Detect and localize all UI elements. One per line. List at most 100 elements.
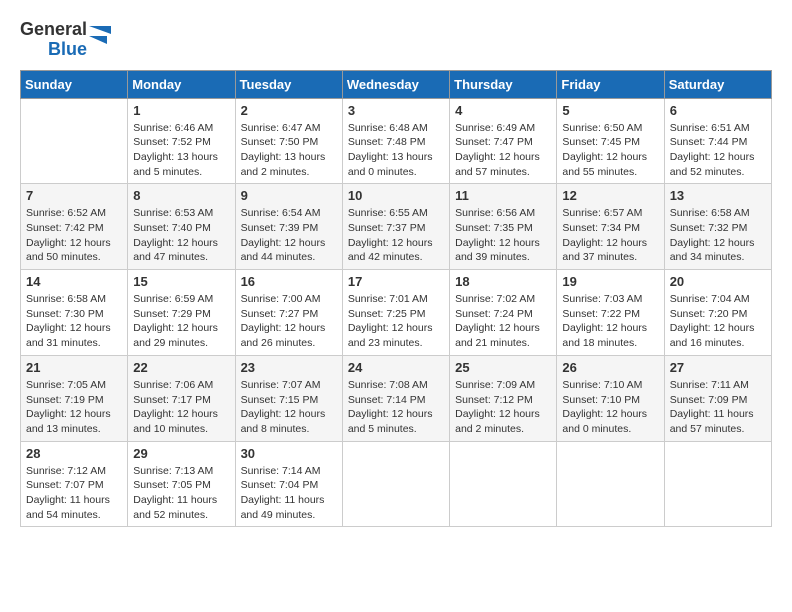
day-info: Sunrise: 7:13 AM Sunset: 7:05 PM Dayligh… — [133, 464, 229, 523]
day-number: 16 — [241, 274, 337, 289]
logo: General Blue — [20, 20, 111, 60]
day-number: 2 — [241, 103, 337, 118]
day-header-monday: Monday — [128, 70, 235, 98]
calendar-cell — [21, 98, 128, 184]
day-number: 1 — [133, 103, 229, 118]
day-number: 8 — [133, 188, 229, 203]
calendar-cell: 17 Sunrise: 7:01 AM Sunset: 7:25 PM Dayli… — [342, 270, 449, 356]
day-info: Sunrise: 7:12 AM Sunset: 7:07 PM Dayligh… — [26, 464, 122, 523]
day-number: 10 — [348, 188, 444, 203]
calendar-cell: 19 Sunrise: 7:03 AM Sunset: 7:22 PM Dayli… — [557, 270, 664, 356]
day-number: 15 — [133, 274, 229, 289]
day-number: 28 — [26, 446, 122, 461]
day-info: Sunrise: 6:57 AM Sunset: 7:34 PM Dayligh… — [562, 206, 658, 265]
calendar-cell: 28 Sunrise: 7:12 AM Sunset: 7:07 PM Dayli… — [21, 441, 128, 527]
day-info: Sunrise: 7:11 AM Sunset: 7:09 PM Dayligh… — [670, 378, 766, 437]
day-number: 17 — [348, 274, 444, 289]
day-info: Sunrise: 6:58 AM Sunset: 7:30 PM Dayligh… — [26, 292, 122, 351]
calendar-cell: 29Sunrise: 7:13 AM Sunset: 7:05 PM Dayli… — [128, 441, 235, 527]
day-info: Sunrise: 6:51 AM Sunset: 7:44 PM Dayligh… — [670, 121, 766, 180]
calendar-week-row: 21Sunrise: 7:05 AM Sunset: 7:19 PM Dayli… — [21, 355, 772, 441]
day-header-friday: Friday — [557, 70, 664, 98]
day-number: 30 — [241, 446, 337, 461]
day-info: Sunrise: 7:01 AM Sunset: 7:25 PM Dayligh… — [348, 292, 444, 351]
day-info: Sunrise: 7:14 AM Sunset: 7:04 PM Dayligh… — [241, 464, 337, 523]
calendar-cell: 23 Sunrise: 7:07 AM Sunset: 7:15 PM Dayli… — [235, 355, 342, 441]
calendar-cell: 5 Sunrise: 6:50 AM Sunset: 7:45 PM Daylig… — [557, 98, 664, 184]
day-info: Sunrise: 6:59 AM Sunset: 7:29 PM Dayligh… — [133, 292, 229, 351]
day-number: 14 — [26, 274, 122, 289]
day-number: 13 — [670, 188, 766, 203]
calendar-cell — [557, 441, 664, 527]
calendar-cell: 24 Sunrise: 7:08 AM Sunset: 7:14 PM Dayli… — [342, 355, 449, 441]
calendar-week-row: 1Sunrise: 6:46 AM Sunset: 7:52 PM Daylig… — [21, 98, 772, 184]
calendar-cell — [450, 441, 557, 527]
calendar-cell: 2 Sunrise: 6:47 AM Sunset: 7:50 PM Daylig… — [235, 98, 342, 184]
day-info: Sunrise: 6:58 AM Sunset: 7:32 PM Dayligh… — [670, 206, 766, 265]
calendar-week-row: 7 Sunrise: 6:52 AM Sunset: 7:42 PM Daylig… — [21, 184, 772, 270]
calendar-cell: 20Sunrise: 7:04 AM Sunset: 7:20 PM Dayli… — [664, 270, 771, 356]
page-header: General Blue — [20, 20, 772, 60]
day-number: 23 — [241, 360, 337, 375]
day-number: 25 — [455, 360, 551, 375]
day-number: 5 — [562, 103, 658, 118]
day-number: 19 — [562, 274, 658, 289]
day-number: 4 — [455, 103, 551, 118]
calendar-cell: 25Sunrise: 7:09 AM Sunset: 7:12 PM Dayli… — [450, 355, 557, 441]
day-info: Sunrise: 6:47 AM Sunset: 7:50 PM Dayligh… — [241, 121, 337, 180]
day-header-wednesday: Wednesday — [342, 70, 449, 98]
calendar-cell: 15 Sunrise: 6:59 AM Sunset: 7:29 PM Dayli… — [128, 270, 235, 356]
day-number: 22 — [133, 360, 229, 375]
day-info: Sunrise: 7:08 AM Sunset: 7:14 PM Dayligh… — [348, 378, 444, 437]
calendar-cell: 18 Sunrise: 7:02 AM Sunset: 7:24 PM Dayli… — [450, 270, 557, 356]
day-number: 27 — [670, 360, 766, 375]
day-info: Sunrise: 6:53 AM Sunset: 7:40 PM Dayligh… — [133, 206, 229, 265]
day-number: 12 — [562, 188, 658, 203]
calendar-cell: 13 Sunrise: 6:58 AM Sunset: 7:32 PM Dayli… — [664, 184, 771, 270]
calendar-cell — [664, 441, 771, 527]
day-number: 24 — [348, 360, 444, 375]
calendar-cell: 22 Sunrise: 7:06 AM Sunset: 7:17 PM Dayli… — [128, 355, 235, 441]
calendar-cell: 21Sunrise: 7:05 AM Sunset: 7:19 PM Dayli… — [21, 355, 128, 441]
day-header-sunday: Sunday — [21, 70, 128, 98]
calendar-table: SundayMondayTuesdayWednesdayThursdayFrid… — [20, 70, 772, 528]
calendar-cell: 12 Sunrise: 6:57 AM Sunset: 7:34 PM Dayli… — [557, 184, 664, 270]
day-info: Sunrise: 7:10 AM Sunset: 7:10 PM Dayligh… — [562, 378, 658, 437]
day-number: 11 — [455, 188, 551, 203]
logo-general-text: General — [20, 20, 87, 40]
calendar-cell: 1Sunrise: 6:46 AM Sunset: 7:52 PM Daylig… — [128, 98, 235, 184]
logo-blue-text: Blue — [48, 40, 87, 60]
calendar-cell: 3 Sunrise: 6:48 AM Sunset: 7:48 PM Daylig… — [342, 98, 449, 184]
calendar-week-row: 14 Sunrise: 6:58 AM Sunset: 7:30 PM Dayli… — [21, 270, 772, 356]
day-number: 26 — [562, 360, 658, 375]
day-info: Sunrise: 7:00 AM Sunset: 7:27 PM Dayligh… — [241, 292, 337, 351]
day-number: 9 — [241, 188, 337, 203]
calendar-cell: 4 Sunrise: 6:49 AM Sunset: 7:47 PM Daylig… — [450, 98, 557, 184]
day-number: 18 — [455, 274, 551, 289]
day-info: Sunrise: 6:55 AM Sunset: 7:37 PM Dayligh… — [348, 206, 444, 265]
calendar-cell: 8 Sunrise: 6:53 AM Sunset: 7:40 PM Daylig… — [128, 184, 235, 270]
day-header-saturday: Saturday — [664, 70, 771, 98]
day-number: 20 — [670, 274, 766, 289]
calendar-cell: 6 Sunrise: 6:51 AM Sunset: 7:44 PM Daylig… — [664, 98, 771, 184]
day-header-tuesday: Tuesday — [235, 70, 342, 98]
calendar-cell: 7 Sunrise: 6:52 AM Sunset: 7:42 PM Daylig… — [21, 184, 128, 270]
day-info: Sunrise: 6:48 AM Sunset: 7:48 PM Dayligh… — [348, 121, 444, 180]
day-info: Sunrise: 6:52 AM Sunset: 7:42 PM Dayligh… — [26, 206, 122, 265]
day-info: Sunrise: 6:50 AM Sunset: 7:45 PM Dayligh… — [562, 121, 658, 180]
day-number: 6 — [670, 103, 766, 118]
day-number: 7 — [26, 188, 122, 203]
calendar-cell: 11Sunrise: 6:56 AM Sunset: 7:35 PM Dayli… — [450, 184, 557, 270]
calendar-cell: 9Sunrise: 6:54 AM Sunset: 7:39 PM Daylig… — [235, 184, 342, 270]
day-info: Sunrise: 6:49 AM Sunset: 7:47 PM Dayligh… — [455, 121, 551, 180]
day-info: Sunrise: 7:07 AM Sunset: 7:15 PM Dayligh… — [241, 378, 337, 437]
day-info: Sunrise: 7:02 AM Sunset: 7:24 PM Dayligh… — [455, 292, 551, 351]
calendar-week-row: 28 Sunrise: 7:12 AM Sunset: 7:07 PM Dayli… — [21, 441, 772, 527]
calendar-cell: 16 Sunrise: 7:00 AM Sunset: 7:27 PM Dayli… — [235, 270, 342, 356]
day-number: 3 — [348, 103, 444, 118]
day-info: Sunrise: 7:05 AM Sunset: 7:19 PM Dayligh… — [26, 378, 122, 437]
day-info: Sunrise: 7:03 AM Sunset: 7:22 PM Dayligh… — [562, 292, 658, 351]
day-info: Sunrise: 7:06 AM Sunset: 7:17 PM Dayligh… — [133, 378, 229, 437]
day-header-thursday: Thursday — [450, 70, 557, 98]
calendar-cell: 14 Sunrise: 6:58 AM Sunset: 7:30 PM Dayli… — [21, 270, 128, 356]
